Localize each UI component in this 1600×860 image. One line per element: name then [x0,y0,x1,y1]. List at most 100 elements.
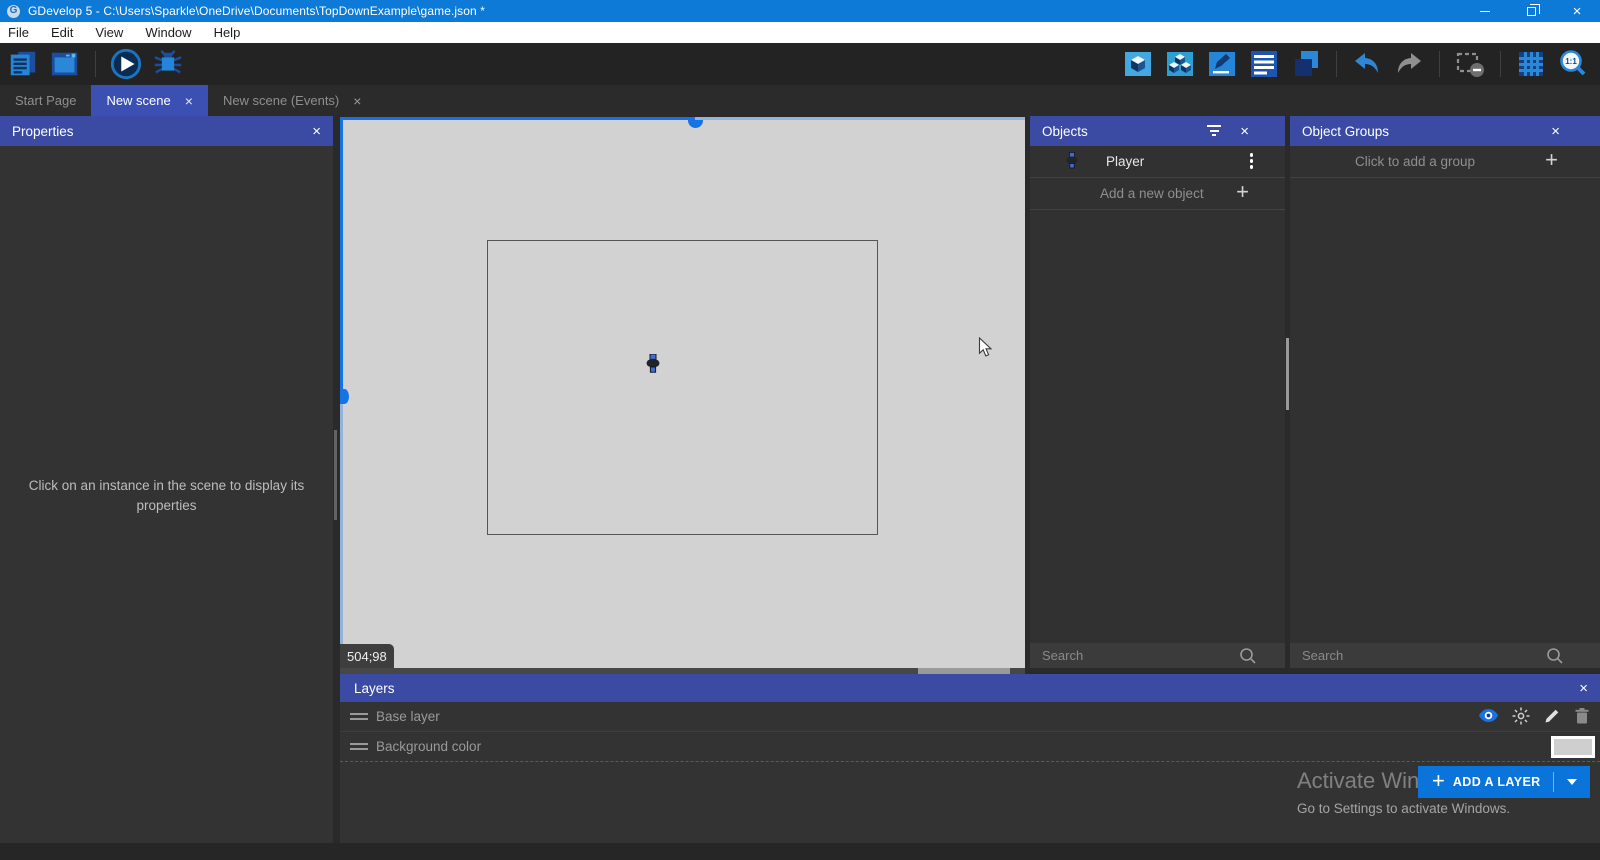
plus-icon[interactable]: + [1236,181,1249,203]
svg-text:1:1: 1:1 [1565,57,1577,66]
minimize-button[interactable] [1462,0,1508,22]
trash-icon[interactable] [1574,707,1590,728]
tab-close-icon[interactable]: × [353,94,361,108]
layers-icon[interactable] [1289,47,1323,81]
drag-handle-icon[interactable] [350,743,368,750]
grid-icon[interactable] [1514,47,1548,81]
properties-hint: Click on an instance in the scene to dis… [16,476,317,516]
tab-close-icon[interactable]: × [185,94,193,108]
scene-window-icon[interactable] [48,47,82,81]
tab-label: New scene [106,93,170,108]
minimize-icon [1480,11,1490,12]
layer-name: Background color [376,739,481,754]
restore-button[interactable] [1508,0,1554,22]
tab-start-page[interactable]: Start Page [0,85,91,116]
deselect-icon[interactable] [1453,47,1487,81]
toolbar-separator [1439,51,1440,77]
properties-panel: Properties × Click on an instance in the… [0,116,333,843]
groups-search-row [1290,643,1600,668]
mouse-cursor [978,337,993,364]
redo-icon[interactable] [1392,47,1426,81]
menu-file[interactable]: File [0,22,40,43]
toolbar-separator [95,51,96,77]
layers-panel-header: Layers × [340,674,1600,702]
visibility-eye-icon[interactable] [1478,708,1499,726]
gdevelop-logo-icon: G [7,5,20,18]
panel-resizer-handle[interactable] [1286,338,1289,410]
tab-label: New scene (Events) [223,93,339,108]
panel-title: Properties [12,124,74,139]
player-instance[interactable] [646,354,660,378]
chevron-down-icon[interactable] [1554,779,1590,785]
add-object-label: Add a new object [1100,186,1204,201]
canvas-hscroll-line [340,117,695,120]
menu-help[interactable]: Help [203,22,252,43]
cursor-coordinates-label: 504;98 [340,644,394,668]
layers-panel: Layers × Base layer [340,674,1600,843]
add-group-row[interactable]: Click to add a group + [1290,146,1600,178]
plus-icon: + [1432,770,1445,792]
objects-panel-header: Objects × [1030,116,1285,146]
toolbar: 1:1 [0,43,1600,85]
tab-new-scene[interactable]: New scene × [91,85,208,116]
undo-icon[interactable] [1350,47,1384,81]
kebab-menu-icon[interactable] [1250,153,1254,169]
tabbar: Start Page New scene × New scene (Events… [0,85,1600,116]
plus-icon[interactable]: + [1545,149,1558,171]
background-color-swatch[interactable] [1551,736,1595,758]
panel-title: Objects [1042,124,1088,139]
window-bottom-strip [0,843,1600,860]
scene-window-bounds [487,240,878,535]
titlebar: G GDevelop 5 - C:\Users\Sparkle\OneDrive… [0,0,1600,22]
close-icon[interactable]: × [312,124,321,139]
close-icon[interactable]: × [1240,124,1249,139]
close-icon[interactable]: × [1579,681,1588,696]
menubar: File Edit View Window Help [0,22,1600,43]
object-groups-panel-header: Object Groups × [1290,116,1600,146]
object-groups-icon[interactable] [1163,47,1197,81]
panel-title: Object Groups [1302,124,1389,139]
properties-panel-header: Properties × [0,116,333,146]
tab-new-scene-events[interactable]: New scene (Events) × [208,85,377,116]
properties-scrollbar-thumb[interactable] [334,430,337,520]
object-groups-panel: Object Groups × Click to add a group + [1290,116,1600,668]
properties-icon[interactable] [1205,47,1239,81]
zoom-1-1-icon[interactable]: 1:1 [1556,47,1590,81]
add-object-row[interactable]: Add a new object + [1030,178,1285,210]
objects-search-input[interactable] [1042,648,1195,663]
objects-search-row [1030,643,1285,668]
close-icon[interactable]: × [1551,124,1560,139]
menu-edit[interactable]: Edit [40,22,84,43]
restore-icon [1527,7,1536,16]
debugger-icon[interactable] [151,47,185,81]
menu-view[interactable]: View [84,22,134,43]
scene-canvas[interactable]: 504;98 [340,117,1025,668]
drag-handle-icon[interactable] [350,713,368,720]
canvas-vscroll-line [340,117,343,397]
layer-row-background-color[interactable]: Background color [340,732,1600,762]
groups-search-input[interactable] [1302,648,1488,663]
tab-label: Start Page [15,93,76,108]
watermark-line2: Go to Settings to activate Windows. [1297,801,1510,816]
close-button[interactable]: × [1554,0,1600,22]
edit-pencil-icon[interactable] [1543,707,1561,728]
effects-icon[interactable] [1512,707,1530,728]
canvas-hscroll-thumb[interactable] [688,120,703,128]
canvas-vscroll-thumb[interactable] [340,389,349,404]
add-layer-button[interactable]: + ADD A LAYER [1418,766,1590,798]
gdevelop-window: G GDevelop 5 - C:\Users\Sparkle\OneDrive… [0,0,1600,860]
layer-row-base[interactable]: Base layer [340,702,1600,732]
object-name: Player [1106,154,1144,169]
toolbar-separator [1500,51,1501,77]
window-controls: × [1462,0,1600,22]
panel-title: Layers [354,681,395,696]
preview-play-icon[interactable] [109,47,143,81]
instances-list-icon[interactable] [1247,47,1281,81]
filter-icon[interactable] [1206,125,1222,137]
project-manager-icon[interactable] [6,47,40,81]
objects-icon[interactable] [1121,47,1155,81]
menu-window[interactable]: Window [134,22,202,43]
search-icon [1239,647,1257,670]
object-row-player[interactable]: Player [1030,146,1285,178]
add-group-label: Click to add a group [1355,154,1535,169]
